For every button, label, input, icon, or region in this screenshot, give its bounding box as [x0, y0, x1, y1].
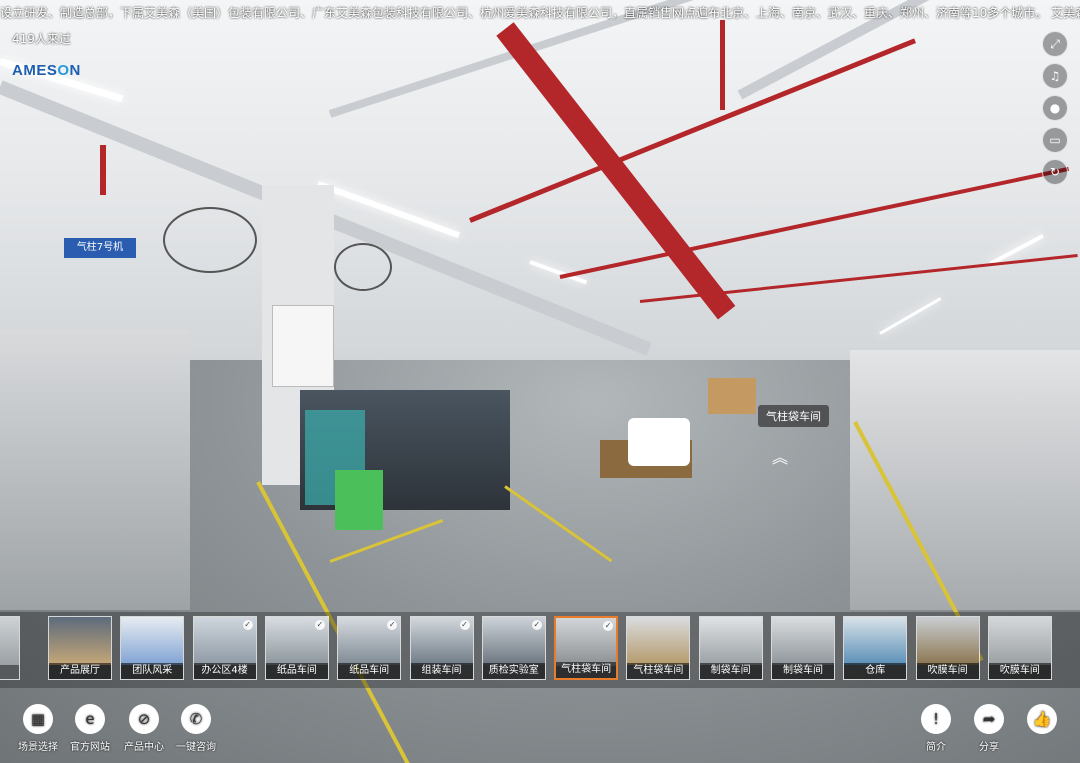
scene-thumb-partial[interactable]: [0, 616, 20, 680]
microphone-icon[interactable]: ●: [1042, 95, 1068, 121]
scene-thumb[interactable]: 制袋车间: [771, 616, 835, 680]
visited-check-icon: ✓: [459, 620, 470, 630]
visited-check-icon: ✓: [314, 620, 325, 630]
ie-icon[interactable]: e: [75, 704, 105, 734]
scene-thumb-image: [699, 617, 762, 665]
info-button[interactable]: ! 简介: [906, 704, 966, 753]
scene-thumb-label: 吹膜车间: [988, 663, 1051, 679]
scene-thumb-label: 气柱袋车间: [627, 663, 690, 679]
visited-check-icon: ✓: [242, 620, 253, 630]
scene-thumb-image: [49, 617, 111, 665]
logo-text-o: O: [57, 62, 70, 79]
red-pipe: [100, 145, 106, 195]
white-rolls: [628, 418, 690, 466]
scene-thumb[interactable]: ✓ 纸品车间: [264, 616, 329, 680]
machine-sign: 气柱7号机: [64, 238, 136, 258]
bottom-button-label: 场景选择: [18, 742, 58, 753]
fullscreen-icon[interactable]: ⤢: [1042, 31, 1068, 57]
scene-thumb[interactable]: 团队风采: [120, 616, 185, 680]
scene-thumb-image: [844, 617, 907, 665]
scene-thumb[interactable]: ✓ 纸品车间: [337, 616, 402, 680]
share-icon[interactable]: ➦: [974, 704, 1004, 734]
scene-thumb[interactable]: 吹膜车间: [915, 616, 980, 680]
bottom-button-label: 简介: [926, 742, 946, 753]
link-button[interactable]: ⊘ 产品中心: [114, 704, 174, 753]
machine-sign-text: 气柱7号机: [76, 242, 124, 253]
ie-button[interactable]: e 官方网站: [60, 704, 120, 753]
gyroscope-icon[interactable]: ↻: [1042, 159, 1068, 185]
visited-check-icon: ✓: [531, 620, 542, 630]
link-icon[interactable]: ⊘: [129, 704, 159, 734]
phone-icon[interactable]: ✆: [181, 704, 211, 734]
notice-board: [272, 305, 334, 387]
scene-thumb[interactable]: ✓ 质检实验室: [481, 616, 546, 680]
scene-thumb-label: 仓库: [844, 663, 907, 679]
scene-thumb[interactable]: ✓ 气柱袋车间: [554, 616, 619, 680]
scene-thumb-label: 制袋车间: [772, 663, 834, 679]
bottom-button-label: 产品中心: [124, 742, 164, 753]
bottom-button-label: 分享: [979, 742, 999, 753]
panorama-viewer[interactable]: 气柱7号机 设立研发、制造总部，下属艾美森（美国）包装有限公司、广东艾美森包装科…: [0, 0, 1080, 763]
logo-text-prefix: AMES: [12, 62, 58, 79]
green-stool: [335, 470, 383, 530]
scene-thumb-label: 吹膜车间: [916, 663, 979, 679]
scene-thumb-image: [0, 617, 19, 665]
wall-fan: [163, 207, 257, 273]
vr-glasses-icon[interactable]: ▭: [1042, 127, 1068, 153]
scene-thumb-label: 纸品车间: [265, 663, 328, 679]
scene-thumb-label: 产品展厅: [49, 663, 111, 679]
scene-thumb[interactable]: 吹膜车间: [987, 616, 1052, 680]
like-button[interactable]: 👍: [1012, 704, 1072, 738]
marquee-text: 设立研发、制造总部，下属艾美森（美国）包装有限公司、广东艾美森包装科技有限公司、…: [0, 6, 1080, 20]
bottom-button-label: 官方网站: [70, 742, 110, 753]
hotspot-arrow-icon[interactable]: ︽: [772, 444, 788, 468]
hotspot-label[interactable]: 气柱袋车间: [758, 405, 829, 427]
scene-thumb-image: [121, 617, 184, 665]
scene-thumb-image: [772, 617, 834, 665]
scene-thumb-label: 组装车间: [410, 663, 473, 679]
scene-thumb-label: 团队风采: [121, 663, 184, 679]
share-button[interactable]: ➦ 分享: [959, 704, 1019, 753]
bottom-button-label: 一键咨询: [176, 742, 216, 753]
scene-thumb-image: [988, 617, 1051, 665]
scene-thumb[interactable]: ✓ 办公区4楼: [192, 616, 257, 680]
carton-stack: [708, 378, 756, 414]
like-icon[interactable]: 👍: [1027, 704, 1057, 734]
left-production-line: [0, 330, 190, 610]
scene-thumb-label: 气柱袋车间: [556, 662, 617, 678]
music-icon[interactable]: ♫: [1042, 63, 1068, 89]
scene-thumb[interactable]: 气柱袋车间: [626, 616, 691, 680]
scene-thumb-label: 制袋车间: [699, 663, 762, 679]
scene-thumb[interactable]: 制袋车间: [698, 616, 763, 680]
visitor-count: 419人来过: [12, 32, 71, 46]
grid-icon[interactable]: ▦: [23, 704, 53, 734]
grid-button[interactable]: ▦ 场景选择: [8, 704, 68, 753]
scene-thumb-image: [916, 617, 979, 665]
brand-logo: AMESON: [12, 62, 81, 79]
scene-thumb[interactable]: 产品展厅: [48, 616, 112, 680]
scene-thumb-label: 质检实验室: [482, 663, 545, 679]
scene-thumb-image: [627, 617, 690, 665]
wall-fan: [334, 243, 392, 291]
scene-thumb-label: 办公区4楼: [193, 663, 256, 679]
phone-button[interactable]: ✆ 一键咨询: [166, 704, 226, 753]
marquee-intro: 设立研发、制造总部，下属艾美森（美国）包装有限公司、广东艾美森包装科技有限公司、…: [0, 3, 1080, 23]
info-icon[interactable]: !: [921, 704, 951, 734]
scene-thumb-label: 纸品车间: [338, 663, 401, 679]
scene-thumb[interactable]: 仓库: [843, 616, 908, 680]
scene-thumb[interactable]: ✓ 组装车间: [409, 616, 474, 680]
red-pipe: [720, 20, 725, 110]
logo-text-suffix: N: [69, 62, 81, 79]
